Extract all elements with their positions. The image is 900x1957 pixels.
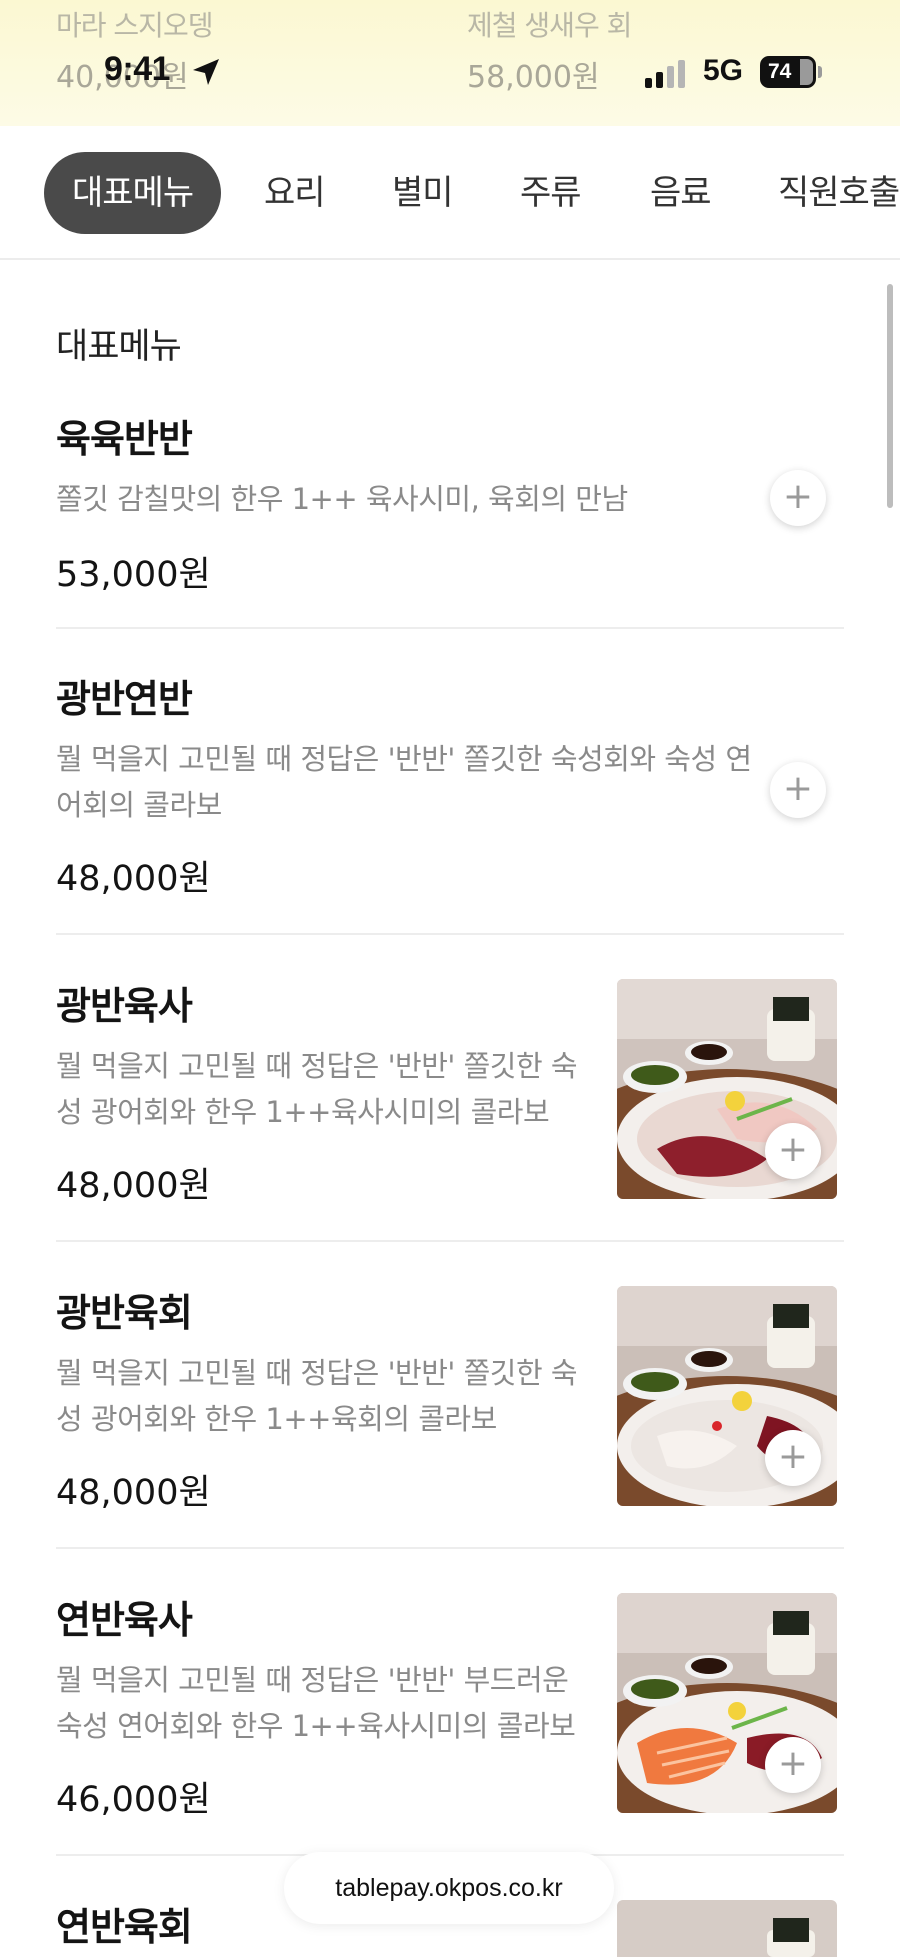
section-title: 대표메뉴: [56, 327, 182, 367]
divider: [56, 1240, 844, 1242]
add-to-cart-button[interactable]: +: [765, 1123, 821, 1179]
menu-item-name: 연반육회: [56, 1905, 193, 1949]
battery-icon: 74: [760, 56, 822, 88]
menu-item-price: 48,000원: [56, 859, 211, 899]
tab-alcohol[interactable]: 주류: [520, 152, 582, 234]
url-bar[interactable]: tablepay.okpos.co.kr: [284, 1852, 614, 1924]
banner-item-name: 제철 생새우 회: [467, 9, 632, 42]
status-time: 9:41: [104, 50, 171, 88]
divider: [56, 933, 844, 935]
tab-signature-menu[interactable]: 대표메뉴: [44, 152, 222, 234]
tab-specialties[interactable]: 별미: [392, 152, 454, 234]
menu-item[interactable]: 광반연반 뭘 먹을지 고민될 때 정답은 '반반' 쫄깃한 숙성회와 숙성 연 …: [56, 668, 844, 899]
menu-item-name: 연반육사: [56, 1598, 193, 1642]
tab-call-staff[interactable]: 직원호출: [778, 152, 900, 234]
menu-item-price: 46,000원: [56, 1780, 211, 1820]
scrollbar[interactable]: [887, 284, 893, 508]
menu-item-image[interactable]: [617, 1900, 837, 1957]
menu-item-price: 48,000원: [56, 1166, 211, 1206]
menu-item-price: 48,000원: [56, 1473, 211, 1513]
menu-item-description: 뭘 먹을지 고민될 때 정답은 '반반' 쫄깃한 숙 성 광어회와 한우 1++…: [56, 1049, 578, 1129]
add-to-cart-button[interactable]: +: [770, 762, 826, 818]
menu-item-description: 쫄깃 감칠맛의 한우 1++ 육사시미, 육회의 만남: [56, 482, 628, 516]
menu-item[interactable]: 육육반반 쫄깃 감칠맛의 한우 1++ 육사시미, 육회의 만남 53,000원: [56, 408, 844, 595]
add-to-cart-button[interactable]: +: [765, 1430, 821, 1486]
location-arrow-icon: [193, 59, 219, 85]
menu-item-description: 뭘 먹을지 고민될 때 정답은 '반반' 쫄깃한 숙 성 광어회와 한우 1++…: [56, 1356, 578, 1436]
signal-strength-icon: [645, 60, 685, 88]
menu-item-name: 광반연반: [56, 677, 193, 721]
menu-item-description: 뭘 먹을지 고민될 때 정답은 '반반' 쫄깃한 숙성회와 숙성 연 어회의 콜…: [56, 742, 752, 822]
menu-item-name: 육육반반: [56, 417, 193, 461]
network-label: 5G: [703, 54, 744, 87]
banner-item-name: 마라 스지오뎅: [56, 9, 213, 42]
divider: [56, 627, 844, 629]
menu-item-description: 뭘 먹을지 고민될 때 정답은 '반반' 부드러운 숙성 연어회와 한우 1++…: [56, 1663, 576, 1743]
menu-item-name: 광반육회: [56, 1291, 193, 1335]
divider: [56, 1547, 844, 1549]
banner-item-price: 58,000원: [467, 60, 600, 95]
tab-dishes[interactable]: 요리: [264, 152, 326, 234]
menu-item-price: 53,000원: [56, 555, 211, 595]
add-to-cart-button[interactable]: +: [765, 1737, 821, 1793]
add-to-cart-button[interactable]: +: [770, 470, 826, 526]
tab-beverages[interactable]: 음료: [650, 152, 712, 234]
menu-item-name: 광반육사: [56, 984, 193, 1028]
category-tabs: 대표메뉴 요리 별미 주류 음료 직원호출: [0, 126, 900, 260]
